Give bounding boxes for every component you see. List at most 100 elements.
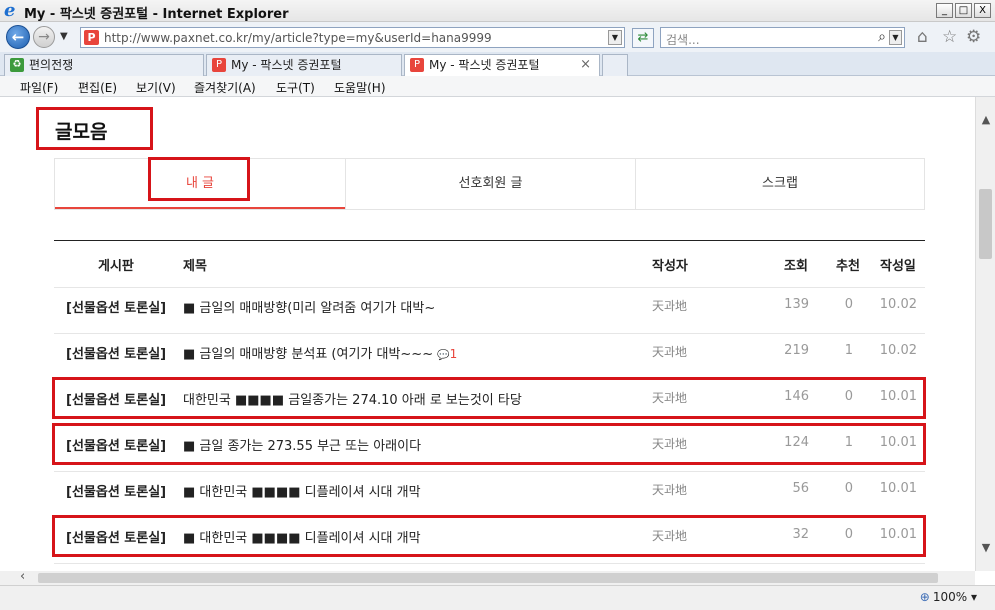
subtab-bar: 내 글 선호회원 글 스크랩 xyxy=(54,158,925,210)
post-title-text: ■ 대한민국 ■■■■ 디플레이셔 시대 개막 xyxy=(183,485,421,500)
recycle-icon: ♻ xyxy=(10,58,24,72)
browser-tab-active[interactable]: P My - 팍스넷 증권포털 × xyxy=(404,54,600,76)
scroll-left-icon[interactable]: ‹ xyxy=(20,569,25,584)
menu-file[interactable]: 파일(F) xyxy=(20,79,58,96)
menu-favorites[interactable]: 즐겨찾기(A) xyxy=(194,79,256,96)
tab-favorite-members[interactable]: 선호회원 글 xyxy=(345,159,635,209)
close-window-button[interactable]: X xyxy=(974,3,991,18)
post-title-text: 대한민국 ■■■■ 금일종가는 274.10 아래 로 보는것이 타당 xyxy=(183,393,522,408)
row-divider xyxy=(54,333,925,334)
page-viewport: 글모음 내 글 선호회원 글 스크랩 게시판 제목 작성자 조회 추천 작성일 … xyxy=(0,97,975,571)
new-tab-button[interactable] xyxy=(602,54,628,76)
tab-my-posts[interactable]: 내 글 xyxy=(55,159,345,209)
zoom-control[interactable]: ⊕ 100% ▾ xyxy=(920,590,977,604)
board-link[interactable]: [선물옵션 토론실] xyxy=(66,435,166,454)
post-title-link[interactable]: 대한민국 ■■■■ 금일종가는 274.10 아래 로 보는것이 타당 xyxy=(183,389,522,408)
address-field[interactable]: P http://www.paxnet.co.kr/my/article?typ… xyxy=(80,27,625,48)
post-title-text: ■ 금일의 매매방향(미리 알려줌 여기가 대박~ xyxy=(183,301,436,316)
window-titlebar: e My - 팍스넷 증권포털 - Internet Explorer _ □ … xyxy=(0,0,995,22)
search-placeholder: 검색... xyxy=(666,33,700,47)
browser-tab-strip: ♻ 편의전쟁 P My - 팍스넷 증권포털 P My - 팍스넷 증권포털 × xyxy=(0,52,995,76)
board-link[interactable]: [선물옵션 토론실] xyxy=(66,297,166,316)
browser-tab-label: 편의전쟁 xyxy=(29,58,74,72)
post-title-link[interactable]: ■ 대한민국 ■■■■ 디플레이셔 시대 개막 xyxy=(183,527,421,546)
back-button[interactable]: ← xyxy=(6,25,30,49)
author-name[interactable]: 天과地 xyxy=(652,297,687,314)
recommend-count: 0 xyxy=(844,297,853,312)
forward-button[interactable]: → xyxy=(33,26,55,48)
tab-scrap[interactable]: 스크랩 xyxy=(635,159,924,209)
author-name[interactable]: 天과地 xyxy=(652,481,687,498)
browser-tab-label: My - 팍스넷 증권포털 xyxy=(231,58,342,72)
scroll-up-icon[interactable]: ▲ xyxy=(976,111,995,129)
maximize-button[interactable]: □ xyxy=(955,3,972,18)
row-divider xyxy=(54,563,925,564)
row-divider xyxy=(54,517,925,518)
search-input[interactable]: 검색... ⌕ ▼ xyxy=(660,27,905,48)
view-count: 146 xyxy=(784,389,809,404)
view-count: 124 xyxy=(784,435,809,450)
post-title-link[interactable]: ■ 금일 종가는 273.55 부근 또는 아래이다 xyxy=(183,435,421,454)
post-title-link[interactable]: ■ 금일의 매매방향(미리 알려줌 여기가 대박~ xyxy=(183,297,435,316)
view-count: 219 xyxy=(784,343,809,358)
scroll-thumb-horizontal[interactable] xyxy=(38,573,938,583)
address-dropdown-icon[interactable]: ▼ xyxy=(608,30,622,45)
url-text[interactable]: http://www.paxnet.co.kr/my/article?type=… xyxy=(104,31,492,45)
search-icon[interactable]: ⌕ xyxy=(878,29,886,45)
favorites-star-icon[interactable]: ☆ xyxy=(942,28,957,46)
column-header-board: 게시판 xyxy=(98,259,134,274)
column-header-author: 작성자 xyxy=(652,259,688,274)
menu-view[interactable]: 보기(V) xyxy=(136,79,176,96)
browser-tab-label: My - 팍스넷 증권포털 xyxy=(429,58,540,72)
column-header-title: 제목 xyxy=(183,259,207,274)
row-divider xyxy=(54,379,925,380)
comment-count: 1 xyxy=(449,347,458,361)
close-tab-icon[interactable]: × xyxy=(580,55,591,75)
board-link[interactable]: [선물옵션 토론실] xyxy=(66,481,166,500)
site-favicon-icon: P xyxy=(84,30,99,45)
search-dropdown-icon[interactable]: ▼ xyxy=(889,30,902,45)
refresh-button[interactable]: ⇄ xyxy=(632,28,654,48)
gear-icon[interactable]: ⚙ xyxy=(966,28,981,46)
scroll-thumb[interactable] xyxy=(979,189,992,259)
post-title-text: ■ 금일의 매매방향 분석표 (여기가 대박~~~ xyxy=(183,347,434,362)
column-header-recommend: 추천 xyxy=(836,259,860,274)
post-date: 10.01 xyxy=(879,435,917,450)
menu-tools[interactable]: 도구(T) xyxy=(276,79,315,96)
post-title-link[interactable]: ■ 금일의 매매방향 분석표 (여기가 대박~~~ 💬1 xyxy=(183,343,457,362)
recommend-count: 1 xyxy=(844,343,853,358)
board-link[interactable]: [선물옵션 토론실] xyxy=(66,527,166,546)
minimize-button[interactable]: _ xyxy=(936,3,953,18)
recommend-count: 0 xyxy=(844,527,853,542)
scroll-down-icon[interactable]: ▼ xyxy=(976,539,995,557)
board-link[interactable]: [선물옵션 토론실] xyxy=(66,343,166,362)
window-title: My - 팍스넷 증권포털 - Internet Explorer xyxy=(24,7,289,22)
menu-bar: 파일(F) 편집(E) 보기(V) 즐겨찾기(A) 도구(T) 도움말(H) xyxy=(0,76,995,97)
row-divider xyxy=(54,425,925,426)
author-name[interactable]: 天과地 xyxy=(652,343,687,360)
navigation-bar: ← → ▼ P http://www.paxnet.co.kr/my/artic… xyxy=(0,22,995,52)
browser-tab[interactable]: ♻ 편의전쟁 xyxy=(4,54,204,76)
browser-tab[interactable]: P My - 팍스넷 증권포털 xyxy=(206,54,402,76)
recommend-count: 0 xyxy=(844,389,853,404)
menu-edit[interactable]: 편집(E) xyxy=(78,79,117,96)
site-favicon-icon: P xyxy=(212,58,226,72)
author-name[interactable]: 天과地 xyxy=(652,527,687,544)
vertical-scrollbar[interactable]: ▲ ▼ xyxy=(975,97,995,571)
horizontal-scrollbar[interactable]: ‹ xyxy=(0,569,975,585)
zoom-icon: ⊕ xyxy=(919,590,930,604)
post-date: 10.02 xyxy=(879,343,917,358)
post-title-text: ■ 대한민국 ■■■■ 디플레이셔 시대 개막 xyxy=(183,531,421,546)
post-title-link[interactable]: ■ 대한민국 ■■■■ 디플레이셔 시대 개막 xyxy=(183,481,421,500)
history-dropdown-icon[interactable]: ▼ xyxy=(60,31,68,42)
comment-icon: 💬 xyxy=(437,350,450,361)
comment-count-badge[interactable]: 💬1 xyxy=(437,347,457,361)
board-link[interactable]: [선물옵션 토론실] xyxy=(66,389,166,408)
author-name[interactable]: 天과地 xyxy=(652,435,687,452)
view-count: 56 xyxy=(792,481,809,496)
column-header-views: 조회 xyxy=(784,259,808,274)
home-icon[interactable]: ⌂ xyxy=(917,28,928,46)
author-name[interactable]: 天과地 xyxy=(652,389,687,406)
menu-help[interactable]: 도움말(H) xyxy=(334,79,386,96)
row-divider xyxy=(54,471,925,472)
